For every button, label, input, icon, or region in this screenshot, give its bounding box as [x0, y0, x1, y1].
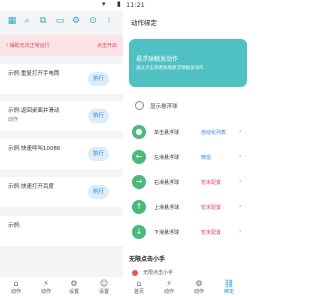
arrow-down-icon: ↓	[132, 225, 146, 239]
item-title: 示例:快速呼叫10086	[8, 146, 61, 152]
nav-item-actions-2[interactable]: ⚙ 动作	[187, 279, 211, 295]
chevron-right-icon: ›	[239, 178, 242, 185]
tap-icon: ●	[132, 125, 146, 139]
nav-item-home[interactable]: ⌂ 首页	[127, 279, 151, 295]
enable-link[interactable]: 点击开启	[97, 42, 117, 49]
status-time: 11:21	[126, 1, 145, 9]
signal-icon: ▾	[102, 0, 106, 8]
chevron-right-icon: ›	[239, 228, 242, 235]
home-icon: ⌂	[136, 279, 142, 288]
run-button[interactable]: 执行	[88, 147, 109, 161]
run-button[interactable]: 执行	[88, 72, 109, 86]
hand-icon	[132, 270, 138, 276]
nav-item-settings-2[interactable]: ☺ 设置	[92, 279, 116, 295]
nav-item-actions-2[interactable]: ⚡ 动作	[34, 279, 58, 295]
list-item[interactable]: 示例:	[0, 216, 123, 246]
radio-button[interactable]	[135, 101, 144, 110]
nav-item-actions[interactable]: ⚡ 动作	[157, 279, 181, 295]
show-label: 显示悬浮球	[150, 104, 178, 110]
chevron-right-icon: ›	[239, 128, 242, 135]
search-icon[interactable]: ⌕	[22, 16, 32, 26]
warning-message: ! 辅助无法正常运行	[6, 43, 50, 49]
item-title: 示例:返回桌面并滑动	[8, 108, 60, 114]
section-title: 无限点击小手	[129, 256, 166, 263]
chevron-right-icon: ›	[239, 153, 242, 160]
flash-icon: ⚡	[43, 279, 49, 288]
binding-row-left[interactable]: ← 左滑悬浮球 微信 ›	[129, 148, 247, 168]
list-item[interactable]: 示例:返回桌面并滑动 动作 执行	[0, 101, 123, 131]
item-title: 示例:重复打开手电筒	[8, 71, 60, 77]
show-floating-ball-toggle[interactable]: 显示悬浮球	[129, 99, 247, 114]
toolbar: ▦ ⌕ ⧉ ▭ ⚙ ⊙ ⁝	[0, 11, 123, 33]
gear-icon: ⚙	[70, 279, 78, 288]
warning-banner[interactable]: ! 辅助无法正常运行 点击开启	[0, 35, 123, 56]
pin-icon[interactable]: ⊙	[88, 16, 98, 26]
binding-row-up[interactable]: ↑ 上滑悬浮球 暂未配置 ›	[129, 198, 247, 218]
status-bar: ▾ ▮ 11:21	[0, 0, 247, 11]
item-sub: 动作	[8, 117, 19, 123]
more-icon[interactable]: ⁝	[104, 16, 114, 26]
right-panel: 动作绑定 悬浮球触发动作 通过点击或者拖拽悬浮球触发动作 显示悬浮球 ● 单击悬…	[123, 11, 247, 296]
right-header: 动作绑定	[123, 11, 247, 33]
item-title: 示例:快速打开百度	[8, 184, 54, 190]
grid-icon[interactable]: ▦	[7, 16, 17, 26]
chevron-right-icon: ›	[239, 203, 242, 210]
link-icon: ⛓	[223, 279, 235, 288]
nav-item-actions[interactable]: ⌂ 动作	[4, 279, 28, 295]
folder-icon[interactable]: ▭	[55, 16, 65, 26]
list-item[interactable]: 示例:快速打开百度 执行	[0, 177, 123, 207]
gear-icon: ⚙	[195, 279, 203, 288]
flash-icon: ⚡	[166, 279, 172, 288]
user-icon: ☺	[99, 279, 109, 288]
battery-icon: ▮	[117, 0, 121, 8]
floating-ball-banner: 悬浮球触发动作 通过点击或者拖拽悬浮球触发动作	[129, 39, 247, 87]
run-button[interactable]: 执行	[88, 185, 109, 199]
nav-item-settings[interactable]: ⚙ 设置	[62, 279, 86, 295]
item-title: 示例:	[8, 223, 21, 229]
arrow-left-icon: ←	[132, 150, 146, 164]
binding-row-down[interactable]: ↓ 下滑悬浮球 暂未配置 ›	[129, 223, 247, 243]
arrow-up-icon: ↑	[132, 200, 146, 214]
binding-row-tap[interactable]: ● 单击悬浮球 自动化列表 ›	[129, 123, 247, 143]
list-item[interactable]: 示例:重复打开手电筒 执行	[0, 64, 123, 94]
banner-subtitle: 通过点击或者拖拽悬浮球触发动作	[136, 66, 204, 71]
bottom-nav-right: ⌂ 首页 ⚡ 动作 ⚙ 动作 ⛓ 绑定	[123, 277, 247, 296]
nav-item-binding[interactable]: ⛓ 绑定	[217, 279, 241, 295]
bottom-nav: ⌂ 动作 ⚡ 动作 ⚙ 设置 ☺ 设置	[0, 277, 123, 296]
copy-icon[interactable]: ⧉	[38, 16, 48, 26]
gesture-bindings: ● 单击悬浮球 自动化列表 › ← 左滑悬浮球 微信 › → 右滑悬浮球 暂未配…	[129, 119, 247, 247]
banner-title: 悬浮球触发动作	[136, 56, 179, 63]
run-button[interactable]: 执行	[88, 109, 109, 123]
settings-icon[interactable]: ⚙	[71, 16, 81, 26]
list-item[interactable]: 示例:快速呼叫10086 执行	[0, 139, 123, 169]
binding-row-right[interactable]: → 右滑悬浮球 暂未配置 ›	[129, 173, 247, 193]
left-panel: ▦ ⌕ ⧉ ▭ ⚙ ⊙ ⁝ ! 辅助无法正常运行 点击开启 示例:重复打开手电筒…	[0, 11, 123, 296]
home-icon: ⌂	[13, 279, 19, 288]
arrow-right-icon: →	[132, 175, 146, 189]
page-title: 动作绑定	[131, 19, 157, 27]
